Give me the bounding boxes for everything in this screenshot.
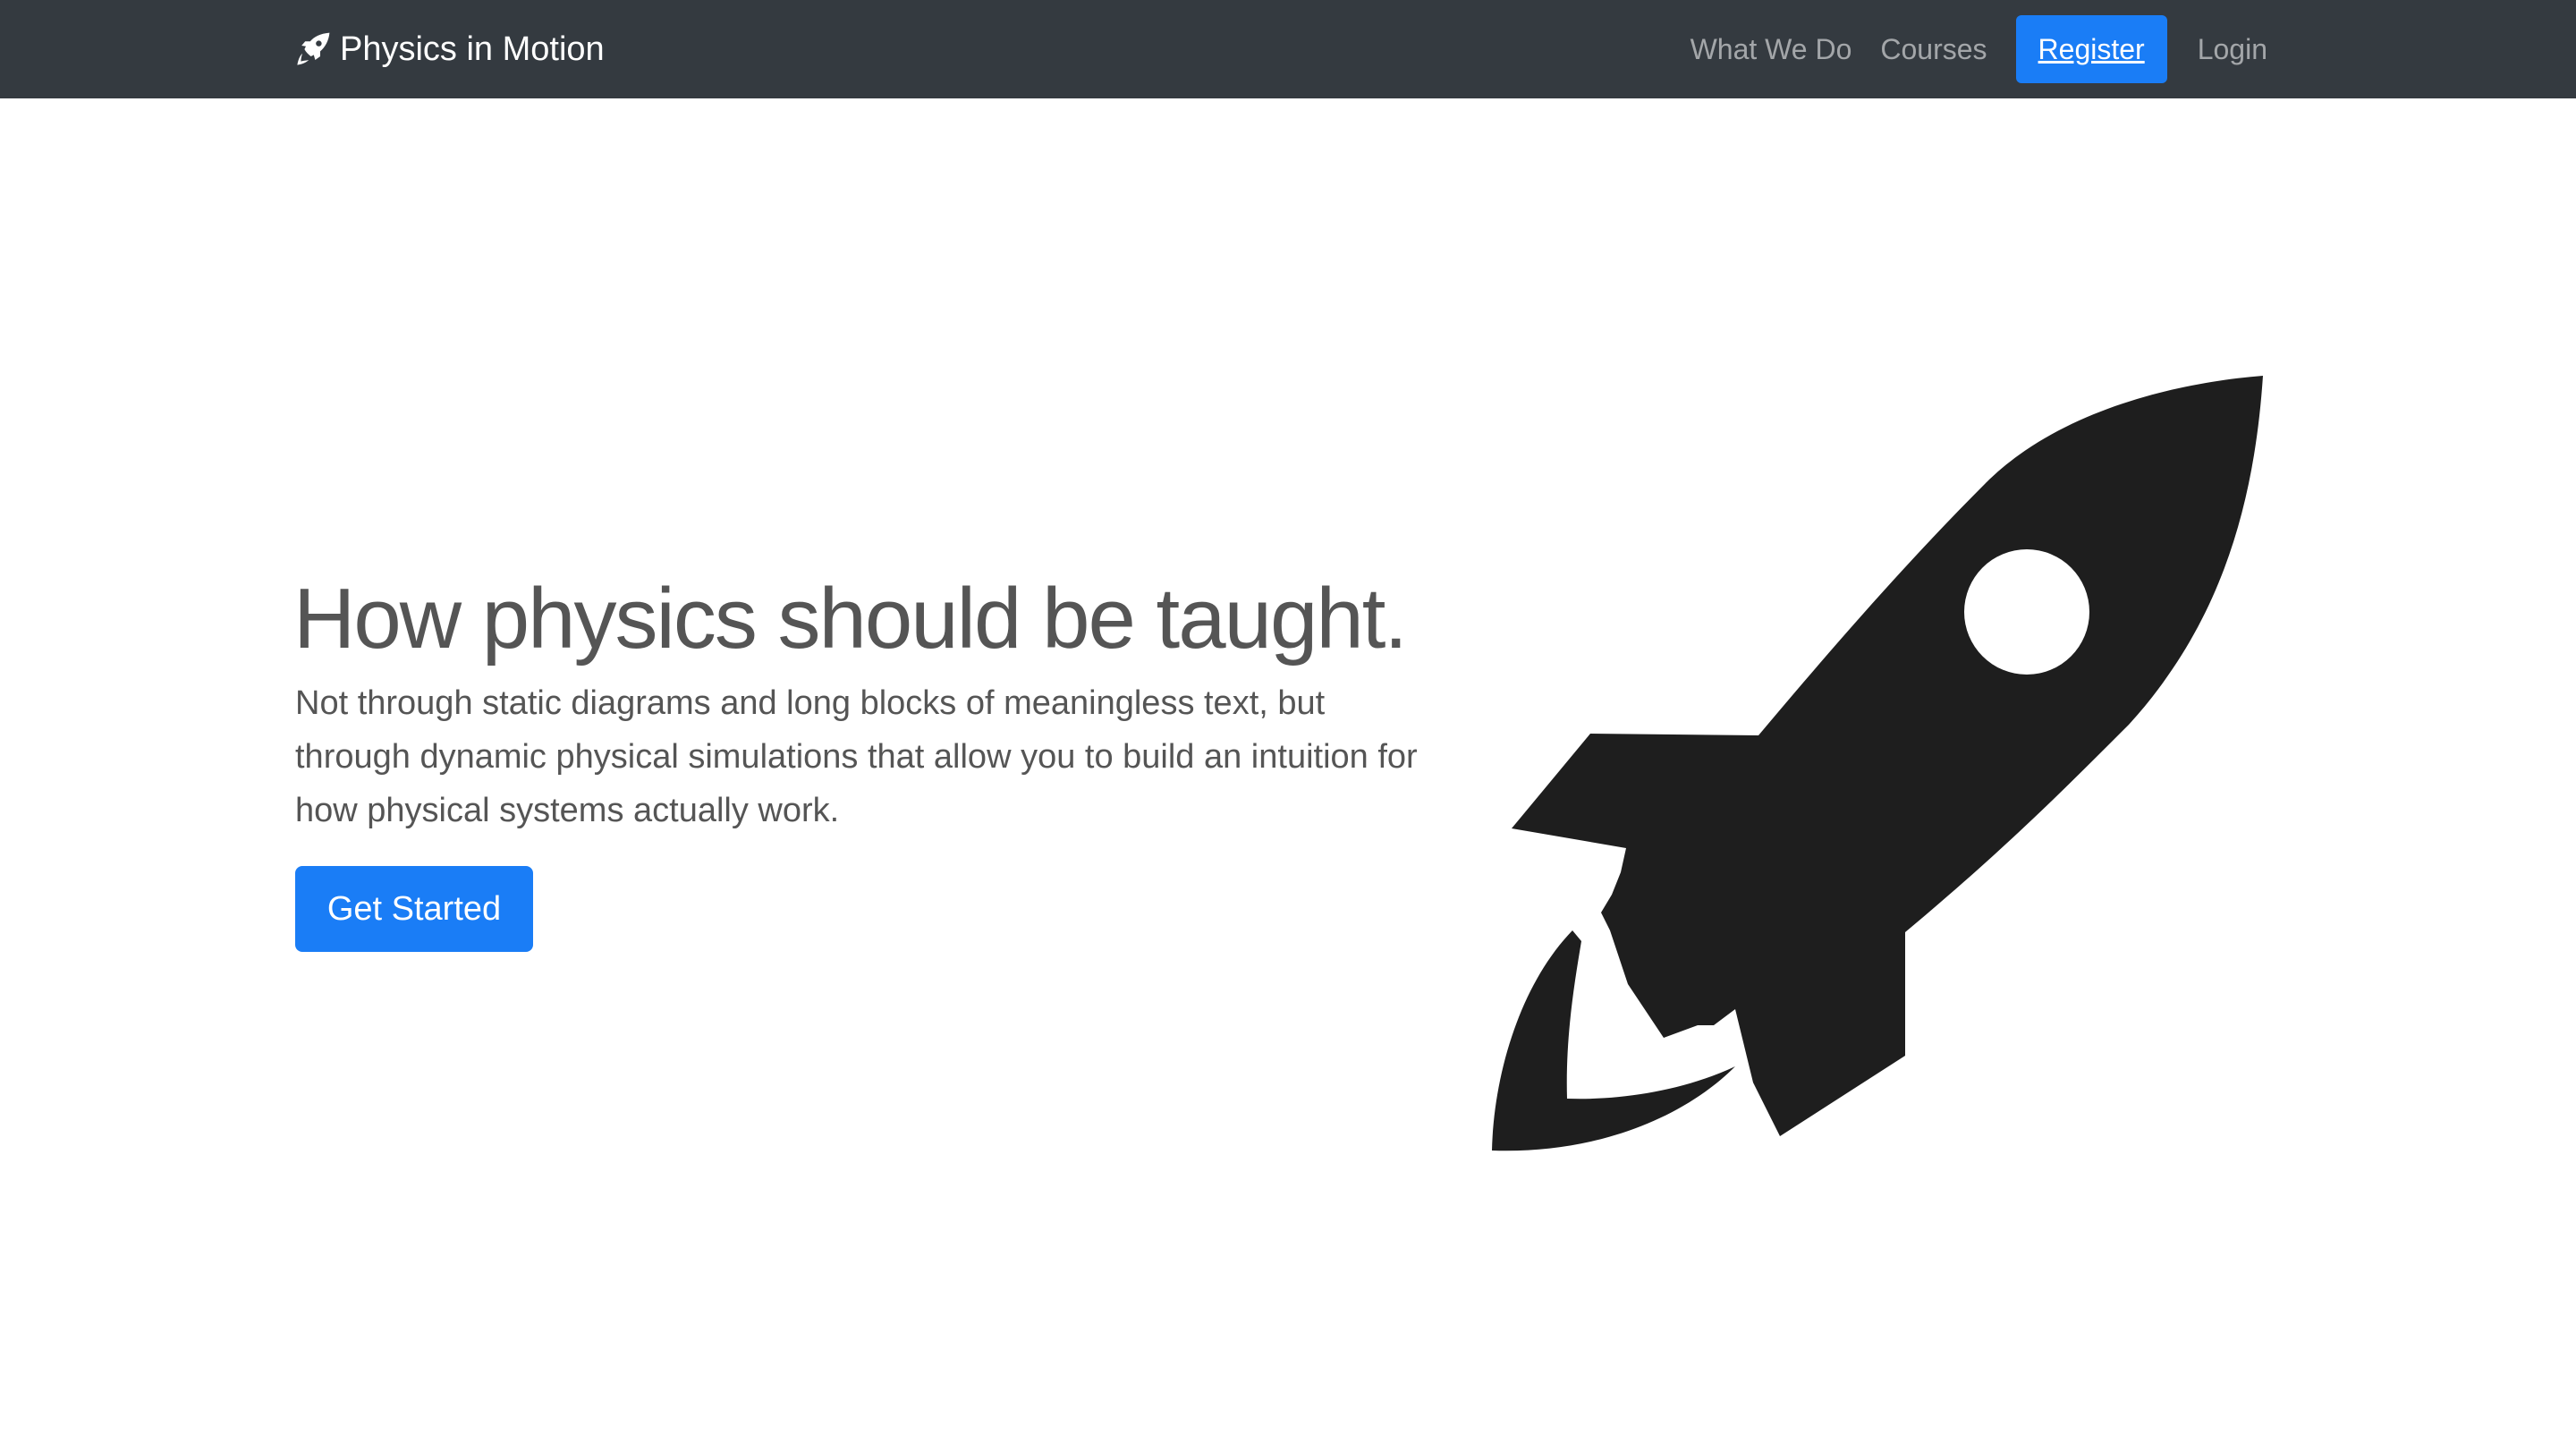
brand-label: Physics in Motion <box>340 30 605 68</box>
hero-title: How physics should be taught. <box>293 571 1408 667</box>
nav-links: What We Do Courses Register Login <box>1662 0 2267 98</box>
rocket-icon <box>1485 376 2272 1163</box>
get-started-button[interactable]: Get Started <box>295 866 533 952</box>
register-button[interactable]: Register <box>2015 15 2167 83</box>
top-navbar: Physics in Motion What We Do Courses Reg… <box>0 0 2576 98</box>
hero-description: Not through static diagrams and long blo… <box>295 684 1418 829</box>
nav-courses[interactable]: Courses <box>1880 33 1987 66</box>
brand-link[interactable]: Physics in Motion <box>295 0 605 98</box>
nav-login[interactable]: Login <box>2198 33 2267 66</box>
nav-what-we-do[interactable]: What We Do <box>1690 33 1852 66</box>
rocket-icon <box>295 31 331 67</box>
